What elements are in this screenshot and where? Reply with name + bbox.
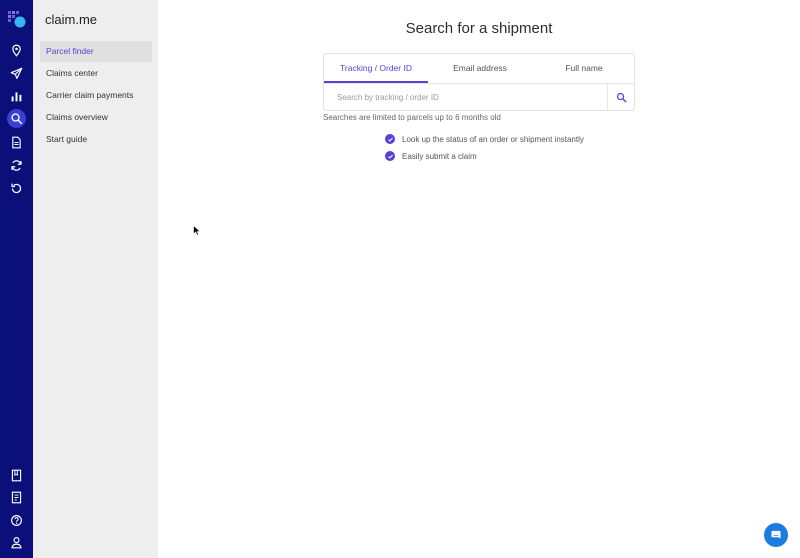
sidebar-item-start-guide[interactable]: Start guide [40, 129, 152, 150]
brand-name: claim.me [45, 12, 98, 27]
tab-email-address[interactable]: Email address [428, 54, 532, 83]
check-icon [385, 134, 395, 144]
feature-item: Easily submit a claim [385, 151, 477, 161]
search-icon[interactable] [7, 109, 26, 128]
tab-tracking-order-id[interactable]: Tracking / Order ID [324, 54, 428, 83]
bar-chart-icon[interactable] [7, 87, 26, 106]
search-button[interactable] [607, 84, 635, 111]
search-card: Tracking / Order ID Email address Full n… [323, 53, 635, 111]
search-limit-note: Searches are limited to parcels up to 6 … [323, 113, 501, 122]
location-icon[interactable] [7, 41, 26, 60]
tab-full-name[interactable]: Full name [532, 54, 636, 83]
feature-item: Look up the status of an order or shipme… [385, 134, 584, 144]
refresh-icon[interactable] [7, 156, 26, 175]
history-icon[interactable] [7, 179, 26, 198]
help-icon[interactable] [7, 511, 26, 530]
icon-rail [0, 0, 33, 558]
sidebar-item-carrier-claim-payments[interactable]: Carrier claim payments [40, 85, 152, 106]
search-icon [616, 92, 627, 103]
notes-icon[interactable] [7, 488, 26, 507]
chat-launcher-button[interactable] [764, 523, 788, 547]
sidebar-item-claims-overview[interactable]: Claims overview [40, 107, 152, 128]
send-icon[interactable] [7, 64, 26, 83]
feature-text: Look up the status of an order or shipme… [402, 134, 584, 144]
feature-text: Easily submit a claim [402, 151, 477, 161]
sidebar-item-claims-center[interactable]: Claims center [40, 63, 152, 84]
mouse-cursor-icon [193, 225, 201, 236]
sidebar-item-parcel-finder[interactable]: Parcel finder [40, 41, 152, 62]
page-title: Search for a shipment [405, 20, 553, 37]
user-icon[interactable] [7, 533, 26, 552]
search-input[interactable] [324, 84, 607, 111]
book-icon[interactable] [7, 466, 26, 485]
sidebar: claim.me Parcel finder Claims center Car… [33, 0, 158, 558]
document-icon[interactable] [7, 133, 26, 152]
chat-icon [771, 530, 781, 539]
check-icon [385, 151, 395, 161]
brand-logo-icon[interactable] [7, 9, 27, 29]
